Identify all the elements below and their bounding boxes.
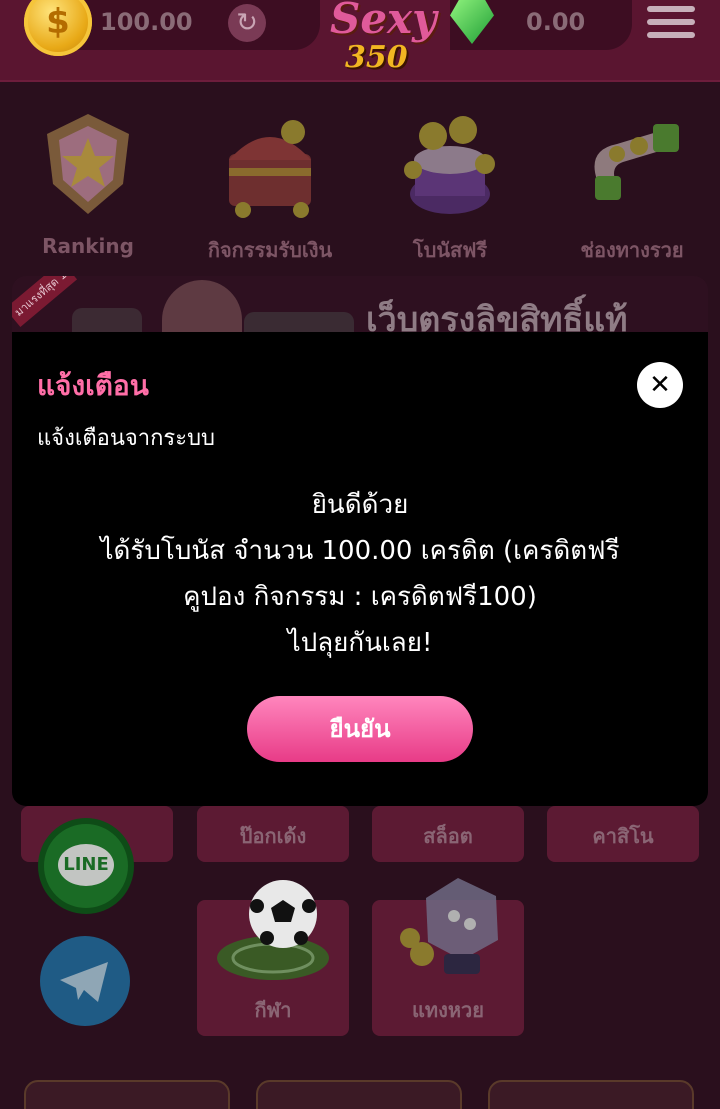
promo-banner[interactable]: มาแรงที่สุด 1 เว็บตรงลิขสิทธิ์แท้ xyxy=(12,276,708,340)
promo-card[interactable] xyxy=(24,1080,230,1109)
soccer-ball-icon xyxy=(217,880,329,980)
quick-menu-label: ช่องทางรวย xyxy=(580,238,684,262)
credit-balance: 100.00 xyxy=(100,8,193,36)
alert-modal: แจ้งเตือน แจ้งเตือนจากระบบ ✕ ยินดีด้วย ไ… xyxy=(12,332,708,806)
promo-card[interactable] xyxy=(256,1080,462,1109)
quick-menu-ranking[interactable]: Ranking xyxy=(8,110,168,260)
game-label: ป๊อกเด้ง xyxy=(239,824,307,848)
game-tile-sports[interactable]: กีฬา xyxy=(197,880,349,1036)
gem-balance: 0.00 xyxy=(526,8,586,36)
quick-menu-rich-channel[interactable]: ช่องทางรวย xyxy=(552,110,712,262)
game-tile-lottery[interactable]: แทงหวย xyxy=(372,878,524,1036)
message-line: ยินดีด้วย xyxy=(311,490,409,520)
line-icon: LINE xyxy=(58,844,114,886)
lottery-machine-icon xyxy=(400,878,498,974)
modal-subtitle: แจ้งเตือนจากระบบ xyxy=(37,426,215,451)
quick-menu-activity[interactable]: กิจกรรมรับเงิน xyxy=(190,110,350,262)
site-logo[interactable]: Sexy 350 xyxy=(300,0,450,82)
modal-title: แจ้งเตือน xyxy=(37,369,149,402)
logo-text: Sexy xyxy=(330,0,437,43)
game-label: สล็อต xyxy=(423,824,473,848)
line-chat-button[interactable]: LINE xyxy=(38,818,134,914)
coins-magnet-icon xyxy=(594,124,679,200)
telegram-button[interactable] xyxy=(40,936,130,1026)
refresh-icon[interactable]: ↻ xyxy=(228,4,266,42)
game-tile-pokdeng[interactable]: ป๊อกเด้ง xyxy=(197,806,349,862)
quick-menu-label: โบนัสฟรี xyxy=(412,238,488,262)
close-button[interactable]: ✕ xyxy=(637,362,683,408)
quick-menu-label: Ranking xyxy=(42,234,134,258)
message-line: ได้รับโบนัส จำนวน 100.00 เครดิต (เครดิตฟ… xyxy=(100,536,620,566)
treasure-chest-icon xyxy=(229,120,311,218)
logo-number: 350 xyxy=(345,40,408,75)
promo-card[interactable] xyxy=(488,1080,694,1109)
game-label: แทงหวย xyxy=(412,998,484,1022)
top-header: $ 100.00 ↻ Sexy 350 0.00 xyxy=(0,0,720,82)
trophy-shield-icon xyxy=(47,114,129,214)
banner-model-image xyxy=(162,280,242,340)
close-icon: ✕ xyxy=(649,370,671,400)
gift-box-coins-icon xyxy=(404,116,495,214)
quick-menu-free-bonus[interactable]: โบนัสฟรี xyxy=(370,110,530,262)
game-tile-slot[interactable]: สล็อต xyxy=(372,806,524,862)
hamburger-menu-icon[interactable] xyxy=(647,6,695,42)
message-line: ไปลุยกันเลย! xyxy=(287,628,433,658)
game-label: กีฬา xyxy=(254,998,292,1022)
message-line: คูปอง กิจกรรม : เครดิตฟรี100) xyxy=(183,582,537,612)
banner-ribbon: มาแรงที่สุด 1 xyxy=(12,276,78,327)
confirm-button[interactable]: ยืนยัน xyxy=(247,696,473,762)
game-tile-casino[interactable]: คาสิโน xyxy=(547,806,699,862)
game-label: คาสิโน xyxy=(592,824,654,848)
paper-plane-icon xyxy=(60,962,108,1002)
modal-message: ยินดีด้วย ได้รับโบนัส จำนวน 100.00 เครดิ… xyxy=(32,482,688,666)
quick-menu-label: กิจกรรมรับเงิน xyxy=(207,238,333,262)
